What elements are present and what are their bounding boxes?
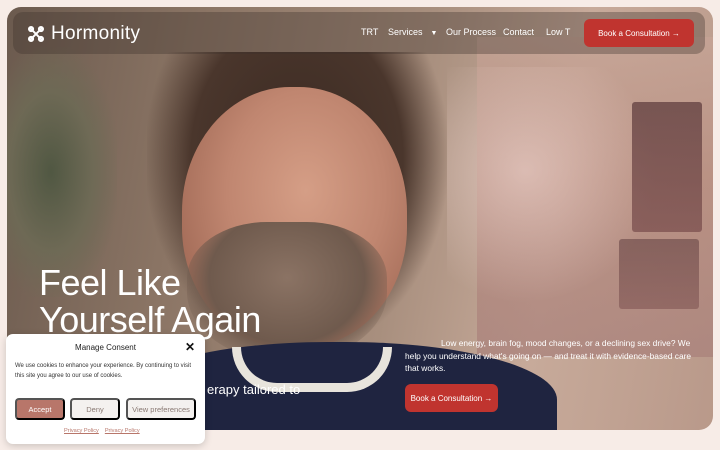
privacy-policy-link[interactable]: Privacy Policy: [105, 428, 140, 434]
background-window: [632, 102, 702, 232]
consent-text: We use cookies to enhance your experienc…: [15, 363, 191, 379]
hero-book-consultation-button[interactable]: Book a Consultation →: [405, 384, 498, 412]
close-icon[interactable]: ✕: [185, 340, 195, 354]
background-window: [619, 239, 699, 309]
hero-title-line1: Feel Like: [39, 262, 181, 303]
deny-button[interactable]: Deny: [70, 398, 120, 420]
background-tree: [7, 47, 117, 297]
nav-book-consultation-button[interactable]: Book a Consultation →: [584, 19, 694, 47]
cookie-consent-dialog: Manage Consent ✕ We use cookies to enhan…: [6, 334, 205, 444]
top-navbar: Hormonity TRT Services ▼ Our Process Cont…: [13, 12, 705, 54]
nav-link-trt[interactable]: TRT: [361, 27, 378, 37]
nav-link-contact[interactable]: Contact: [503, 27, 534, 37]
brand-logo[interactable]: Hormonity: [27, 23, 140, 45]
consent-title: Manage Consent: [75, 343, 136, 352]
nav-link-our-process[interactable]: Our Process: [446, 27, 496, 37]
view-preferences-button[interactable]: View preferences: [126, 398, 196, 420]
nav-link-low-t[interactable]: Low T: [546, 27, 570, 37]
accept-button[interactable]: Accept: [15, 398, 65, 420]
hero-subtitle: erapy tailored to: [207, 382, 301, 397]
consent-links: Privacy Policy Privacy Policy: [64, 428, 140, 434]
hero-title: Feel Like Yourself Again: [39, 264, 261, 338]
hero-description: Low energy, brain fog, mood changes, or …: [405, 338, 692, 373]
brand-name: Hormonity: [51, 23, 141, 44]
nav-link-services-label: Services: [388, 27, 423, 37]
privacy-policy-link[interactable]: Privacy Policy: [64, 428, 99, 434]
nav-link-services[interactable]: Services ▼: [388, 27, 437, 37]
helix-cross-icon: [27, 25, 45, 43]
chevron-down-icon: ▼: [430, 30, 438, 37]
